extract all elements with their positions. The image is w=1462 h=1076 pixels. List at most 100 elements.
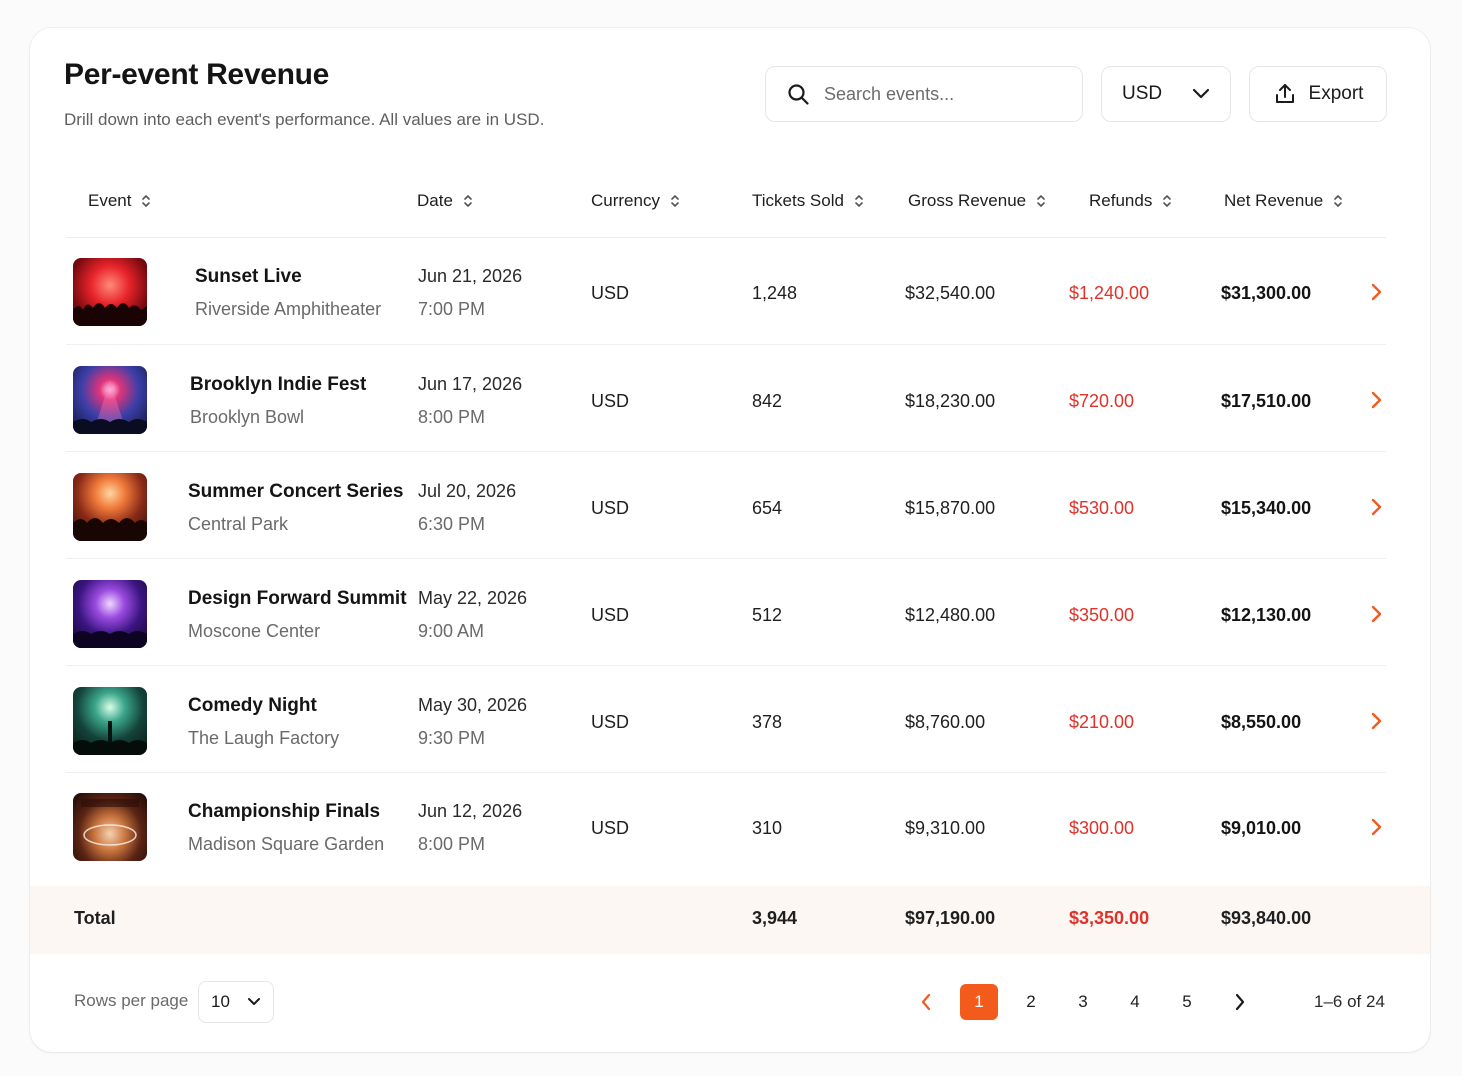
pagination-range: 1–6 of 24 [1314, 992, 1385, 1011]
chevron-right-icon [1235, 993, 1245, 1011]
table-row[interactable]: Design Forward Summit Moscone Center May… [66, 559, 1386, 666]
column-header-gross-revenue[interactable]: Gross Revenue [908, 191, 1046, 211]
event-name: Sunset Live [195, 266, 302, 287]
sort-icon [142, 195, 151, 207]
currency-cell: USD [591, 605, 630, 625]
event-date: Jul 20, 2026 [418, 481, 517, 501]
event-time: 9:30 PM [418, 728, 486, 748]
page-button-1[interactable]: 1 [960, 984, 998, 1020]
refunds-cell: $1,240.00 [1069, 283, 1150, 303]
sort-icon [1334, 195, 1343, 207]
event-name: Design Forward Summit [188, 588, 407, 609]
tickets-cell: 654 [752, 498, 783, 518]
event-venue: Brooklyn Bowl [190, 407, 305, 427]
totals-gross: $97,190.00 [905, 908, 996, 928]
search-input[interactable] [824, 83, 1064, 105]
export-button[interactable]: Export [1249, 66, 1387, 122]
totals-label: Total [74, 908, 116, 928]
sort-icon [464, 195, 472, 207]
column-header-date[interactable]: Date [417, 191, 473, 211]
event-time: 8:00 PM [418, 834, 486, 854]
event-venue: The Laugh Factory [188, 728, 340, 748]
event-time: 6:30 PM [418, 514, 486, 534]
gross-cell: $12,480.00 [905, 605, 996, 625]
refunds-cell: $300.00 [1069, 818, 1135, 838]
page-button-5[interactable]: 5 [1168, 984, 1206, 1020]
next-page-button[interactable] [1221, 984, 1259, 1020]
event-time: 8:00 PM [418, 407, 486, 427]
gross-cell: $8,760.00 [905, 712, 986, 732]
event-date: May 30, 2026 [418, 695, 528, 715]
chevron-down-icon [248, 998, 260, 1005]
table-row[interactable]: Brooklyn Indie Fest Brooklyn Bowl Jun 17… [66, 345, 1386, 452]
chevron-right-icon[interactable] [1369, 390, 1383, 410]
table-row[interactable]: Summer Concert Series Central Park Jul 2… [66, 452, 1386, 559]
refunds-cell: $210.00 [1069, 712, 1135, 732]
table-row[interactable]: Championship Finals Madison Square Garde… [66, 773, 1386, 880]
page-subtitle: Drill down into each event's performance… [64, 110, 545, 129]
column-header-currency[interactable]: Currency [591, 191, 680, 211]
tickets-cell: 1,248 [752, 283, 798, 303]
column-header-refunds[interactable]: Refunds [1089, 191, 1172, 211]
totals-refunds: $3,350.00 [1069, 908, 1150, 928]
gross-cell: $32,540.00 [905, 283, 996, 303]
page-button-2[interactable]: 2 [1012, 984, 1050, 1020]
tickets-cell: 512 [752, 605, 783, 625]
sort-icon [1163, 195, 1172, 207]
prev-page-button[interactable] [907, 984, 945, 1020]
event-thumbnail [73, 258, 147, 326]
table-row[interactable]: Comedy Night The Laugh Factory May 30, 2… [66, 666, 1386, 773]
refunds-cell: $530.00 [1069, 498, 1135, 518]
currency-cell: USD [591, 498, 630, 518]
page-button-4[interactable]: 4 [1116, 984, 1154, 1020]
currency-cell: USD [591, 818, 630, 838]
chevron-right-icon[interactable] [1369, 497, 1383, 517]
gross-cell: $18,230.00 [905, 391, 996, 411]
event-thumbnail [73, 473, 147, 541]
column-header-tickets-sold[interactable]: Tickets Sold [752, 191, 864, 211]
page-title: Per-event Revenue [64, 58, 330, 91]
table-header: Event Date Currency Tickets Sold Gross R… [66, 176, 1386, 238]
net-cell: $17,510.00 [1221, 391, 1312, 411]
rows-per-page-select[interactable]: 10 [198, 981, 274, 1023]
chevron-right-icon[interactable] [1369, 711, 1383, 731]
currency-cell: USD [591, 283, 630, 303]
event-thumbnail [73, 687, 147, 755]
net-cell: $8,550.00 [1221, 712, 1302, 732]
chevron-right-icon[interactable] [1369, 282, 1383, 302]
event-thumbnail [73, 793, 147, 861]
gross-cell: $9,310.00 [905, 818, 986, 838]
search-box[interactable] [765, 66, 1083, 122]
column-header-event[interactable]: Event [88, 191, 151, 211]
tickets-cell: 378 [752, 712, 783, 732]
chevron-left-icon [921, 993, 931, 1011]
export-label: Export [1308, 83, 1364, 104]
page-button-3[interactable]: 3 [1064, 984, 1102, 1020]
event-name: Comedy Night [188, 695, 317, 716]
search-icon [788, 84, 809, 105]
event-name: Championship Finals [188, 801, 381, 822]
refunds-cell: $350.00 [1069, 605, 1135, 625]
chevron-right-icon[interactable] [1369, 817, 1383, 837]
event-time: 9:00 AM [418, 621, 485, 641]
currency-cell: USD [591, 391, 630, 411]
currency-select[interactable]: USD [1101, 66, 1231, 122]
event-venue: Riverside Amphitheater [195, 299, 382, 319]
rows-per-page-label: Rows per page [74, 991, 189, 1010]
column-header-net-revenue[interactable]: Net Revenue [1224, 191, 1343, 211]
sort-icon [855, 195, 863, 207]
gross-cell: $15,870.00 [905, 498, 996, 518]
net-cell: $12,130.00 [1221, 605, 1312, 625]
sort-icon [671, 195, 679, 207]
net-cell: $9,010.00 [1221, 818, 1302, 838]
event-venue: Central Park [188, 514, 289, 534]
event-name: Summer Concert Series [188, 481, 404, 502]
refunds-cell: $720.00 [1069, 391, 1135, 411]
tickets-cell: 842 [752, 391, 783, 411]
event-thumbnail [73, 366, 147, 434]
event-venue: Madison Square Garden [188, 834, 385, 854]
currency-cell: USD [591, 712, 630, 732]
chevron-right-icon[interactable] [1369, 604, 1383, 624]
table-row[interactable]: Sunset Live Riverside Amphitheater Jun 2… [66, 238, 1386, 345]
revenue-card: Per-event Revenue Drill down into each e… [30, 28, 1430, 1052]
